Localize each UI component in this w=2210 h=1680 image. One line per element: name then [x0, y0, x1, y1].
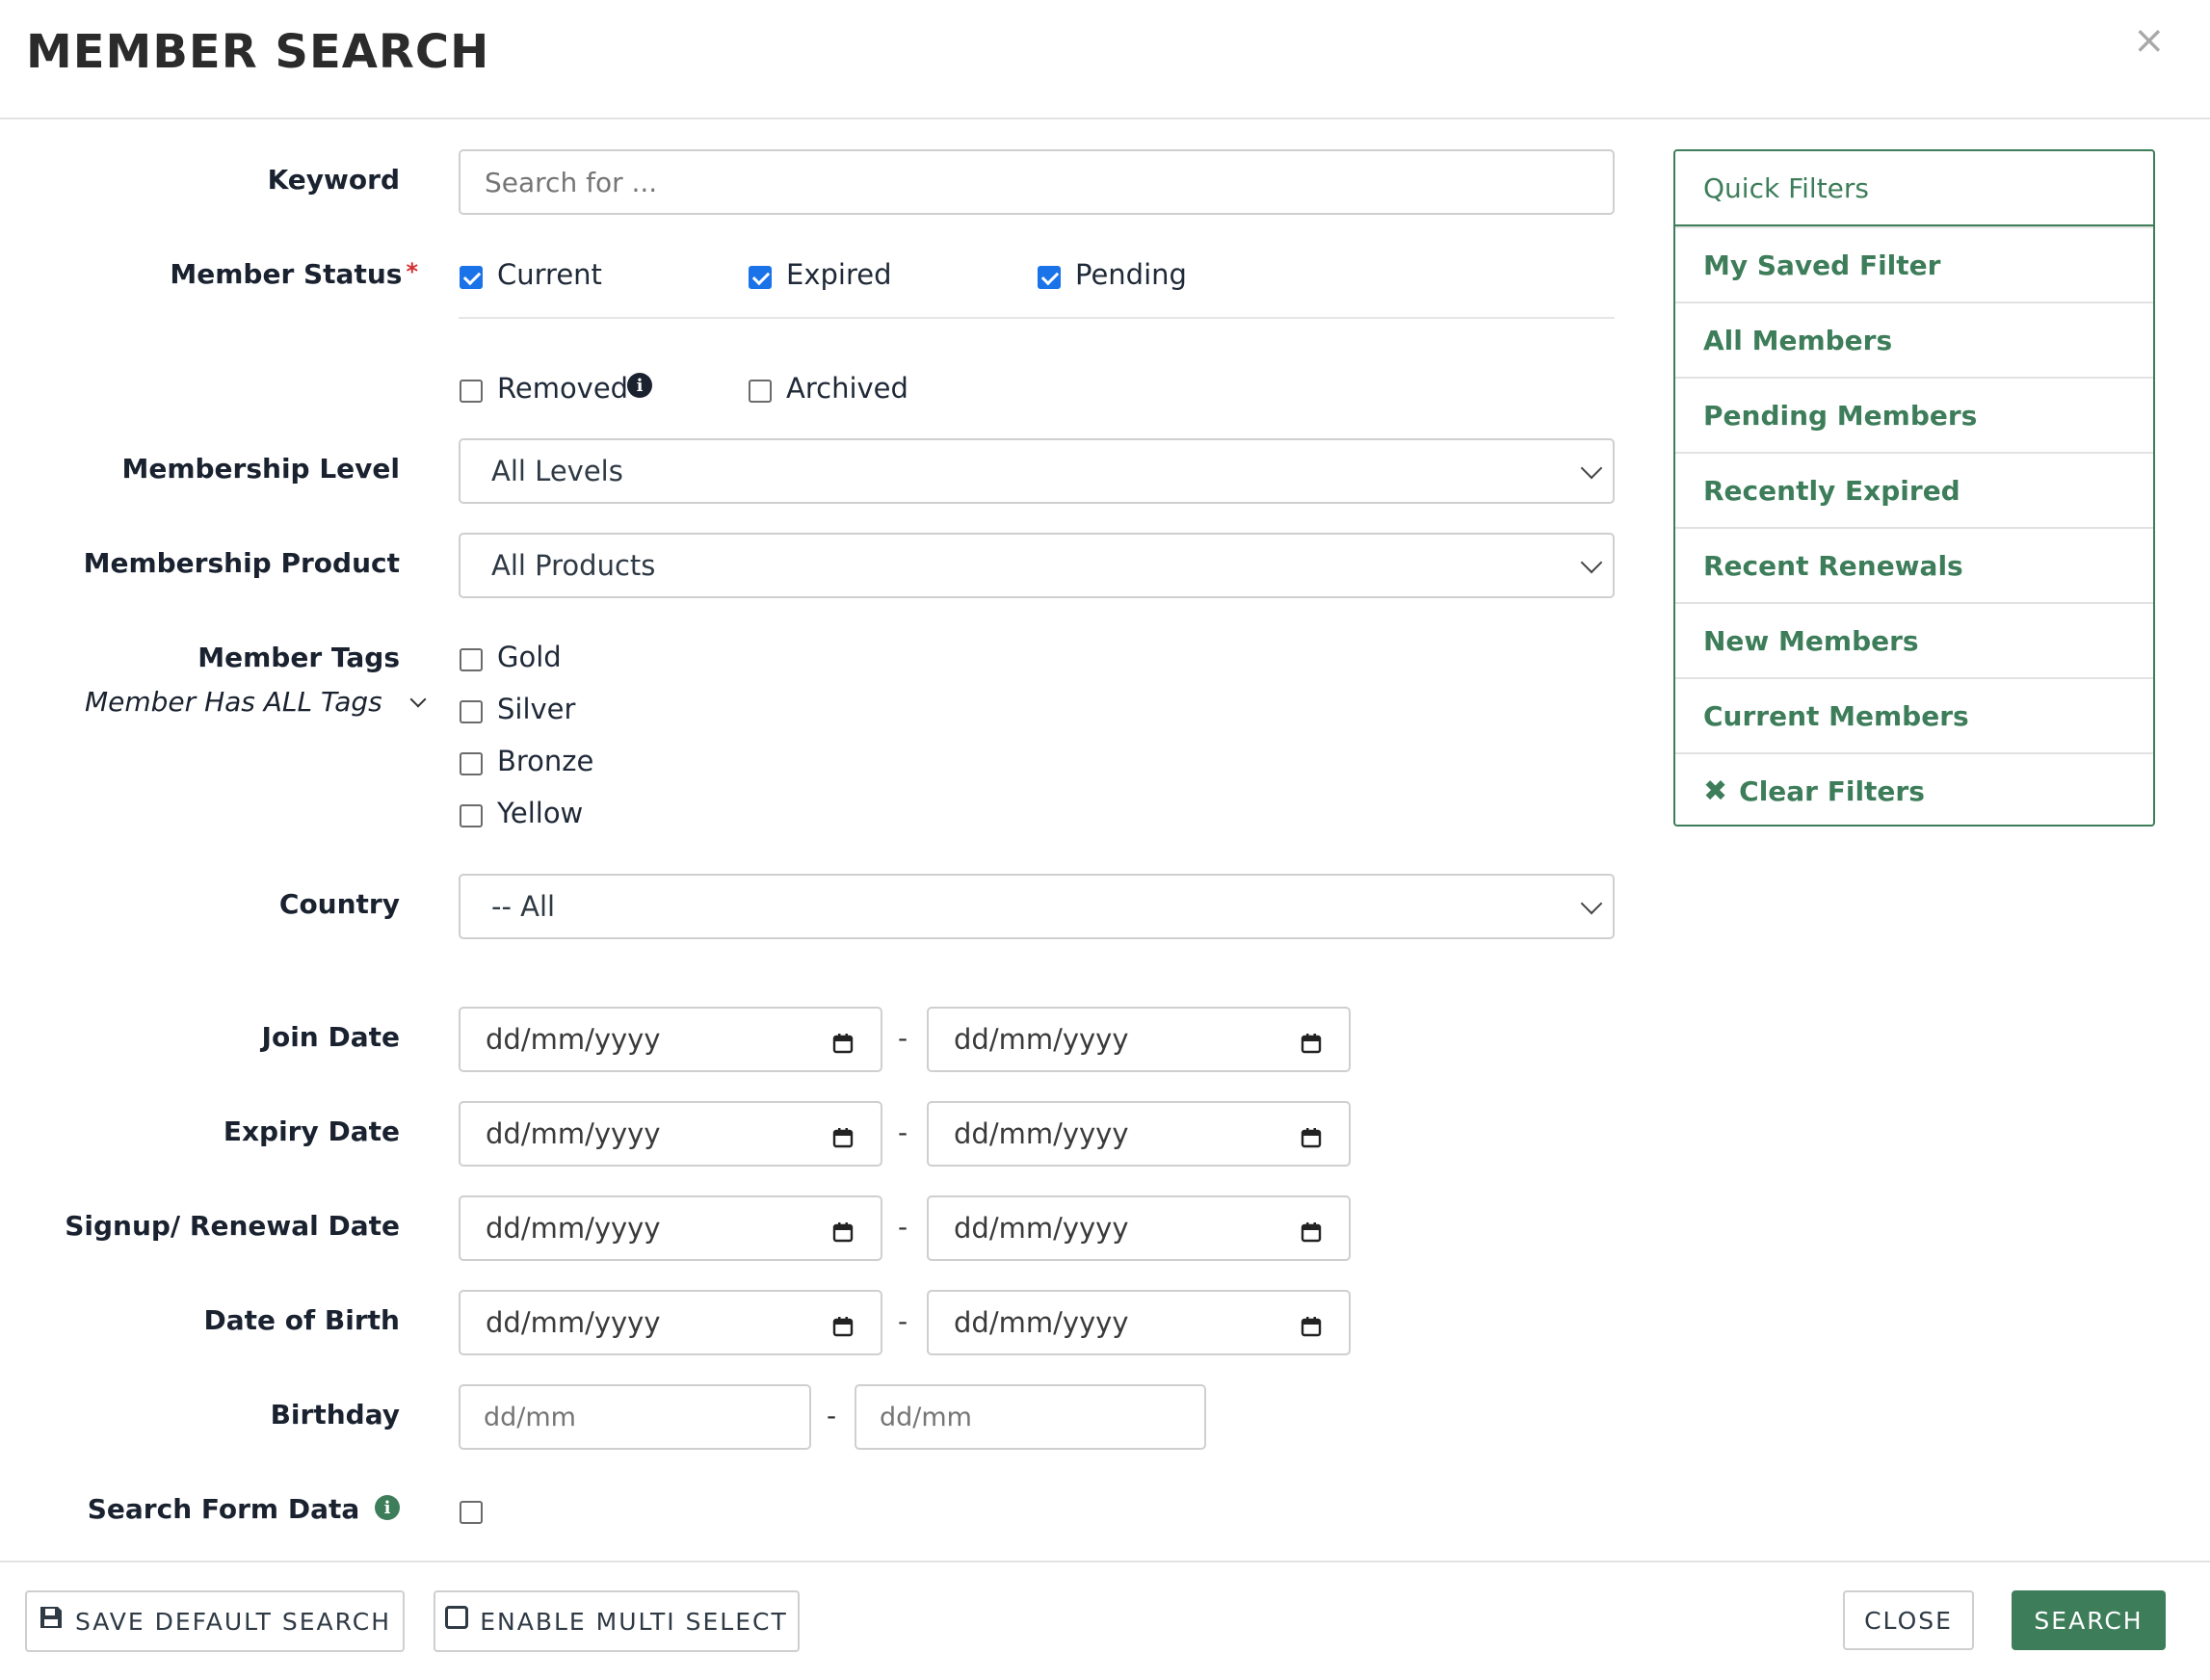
date-range-separator: - — [898, 1305, 908, 1337]
chevron-down-icon — [1580, 551, 1603, 574]
calendar-icon[interactable] — [832, 1217, 854, 1243]
status-pending-label: Pending — [1075, 258, 1187, 291]
calendar-icon[interactable] — [832, 1028, 854, 1054]
date-to-input[interactable]: dd/mm/yyyy — [927, 1290, 1351, 1355]
status-removed-checkbox[interactable] — [460, 380, 483, 403]
birthday-label: Birthday — [270, 1399, 400, 1431]
status-archived-label: Archived — [786, 372, 908, 405]
clear-filters-button[interactable]: ✖ Clear Filters — [1675, 752, 2153, 827]
date-from-input[interactable]: dd/mm/yyyy — [459, 1007, 882, 1072]
square-outline-icon — [445, 1606, 469, 1629]
chevron-down-icon — [1580, 457, 1603, 480]
x-icon: ✖ — [1703, 774, 1728, 808]
birthday-range-separator: - — [827, 1400, 837, 1431]
tag-gold-checkbox[interactable] — [460, 648, 483, 671]
calendar-icon[interactable] — [832, 1311, 854, 1337]
member-tags-label: Member Tags — [197, 642, 400, 673]
status-expired-label: Expired — [786, 258, 892, 291]
calendar-icon[interactable] — [832, 1122, 854, 1148]
country-label: Country — [278, 888, 400, 920]
date-from-input[interactable]: dd/mm/yyyy — [459, 1290, 882, 1355]
close-icon[interactable]: × — [2133, 21, 2166, 60]
date-range-separator: - — [898, 1116, 908, 1148]
floppy-disk-icon — [39, 1607, 62, 1628]
header-divider — [0, 118, 2210, 119]
tag-bronze-checkbox[interactable] — [460, 752, 483, 775]
save-default-search-button[interactable]: SAVE DEFAULT SEARCH — [25, 1590, 405, 1652]
date-range-label: Join Date — [261, 1021, 400, 1053]
date-from-input[interactable]: dd/mm/yyyy — [459, 1195, 882, 1261]
required-mark: * — [406, 258, 418, 285]
quick-filters-heading: Quick Filters — [1675, 151, 2153, 226]
tag-silver-checkbox[interactable] — [460, 700, 483, 723]
quick-filter-item[interactable]: My Saved Filter — [1675, 226, 2153, 302]
calendar-icon[interactable] — [1301, 1217, 1322, 1243]
membership-product-label: Membership Product — [83, 547, 400, 579]
birthday-from-input[interactable] — [459, 1384, 811, 1450]
quick-filter-item[interactable]: All Members — [1675, 302, 2153, 377]
membership-level-label: Membership Level — [121, 453, 400, 485]
tag-bronze-label: Bronze — [497, 745, 594, 777]
close-button[interactable]: CLOSE — [1843, 1590, 1974, 1650]
status-pending-checkbox[interactable] — [1038, 266, 1061, 289]
dialog-title: MEMBER SEARCH — [26, 25, 490, 79]
birthday-to-input[interactable] — [855, 1384, 1206, 1450]
tag-match-mode-dropdown[interactable]: Member Has ALL Tags — [85, 686, 427, 718]
date-range-separator: - — [898, 1211, 908, 1243]
quick-filter-item[interactable]: New Members — [1675, 602, 2153, 677]
status-removed-label: Removed — [497, 372, 629, 405]
calendar-icon[interactable] — [1301, 1311, 1322, 1337]
status-archived-checkbox[interactable] — [749, 380, 772, 403]
date-from-input[interactable]: dd/mm/yyyy — [459, 1101, 882, 1167]
chevron-down-icon — [409, 691, 427, 708]
country-select[interactable]: -- All — [459, 874, 1615, 939]
calendar-icon[interactable] — [1301, 1122, 1322, 1148]
search-form-data-checkbox[interactable] — [460, 1501, 483, 1524]
keyword-label: Keyword — [267, 164, 400, 196]
quick-filter-item[interactable]: Current Members — [1675, 677, 2153, 752]
tag-yellow-checkbox[interactable] — [460, 804, 483, 827]
enable-multi-select-button[interactable]: ENABLE MULTI SELECT — [434, 1590, 800, 1652]
date-range-label: Expiry Date — [223, 1116, 400, 1147]
search-button[interactable]: SEARCH — [2012, 1590, 2166, 1650]
date-to-input[interactable]: dd/mm/yyyy — [927, 1195, 1351, 1261]
quick-filter-item[interactable]: Recently Expired — [1675, 452, 2153, 527]
quick-filter-item[interactable]: Pending Members — [1675, 377, 2153, 452]
status-expired-checkbox[interactable] — [749, 266, 772, 289]
chevron-down-icon — [1580, 892, 1603, 915]
footer-divider — [0, 1561, 2210, 1562]
date-to-input[interactable]: dd/mm/yyyy — [927, 1101, 1351, 1167]
calendar-icon[interactable] — [1301, 1028, 1322, 1054]
quick-filter-item[interactable]: Recent Renewals — [1675, 527, 2153, 602]
info-circle-icon[interactable]: i — [375, 1495, 400, 1520]
info-circle-icon[interactable]: i — [627, 373, 652, 398]
tag-yellow-label: Yellow — [497, 797, 584, 829]
search-form-data-label: Search Form Data i — [88, 1493, 400, 1525]
tag-silver-label: Silver — [497, 693, 576, 725]
date-to-input[interactable]: dd/mm/yyyy — [927, 1007, 1351, 1072]
member-status-label: Member Status * — [170, 258, 418, 290]
keyword-input[interactable] — [459, 149, 1615, 215]
membership-product-select[interactable]: All Products — [459, 533, 1615, 598]
date-range-label: Signup/ Renewal Date — [65, 1210, 400, 1242]
status-current-checkbox[interactable] — [460, 266, 483, 289]
tag-gold-label: Gold — [497, 641, 562, 673]
membership-level-select[interactable]: All Levels — [459, 438, 1615, 504]
status-divider — [459, 317, 1615, 319]
date-range-separator: - — [898, 1022, 908, 1054]
status-current-label: Current — [497, 258, 602, 291]
date-range-label: Date of Birth — [203, 1304, 401, 1336]
quick-filters-panel: Quick Filters My Saved Filter All Members… — [1673, 149, 2155, 827]
